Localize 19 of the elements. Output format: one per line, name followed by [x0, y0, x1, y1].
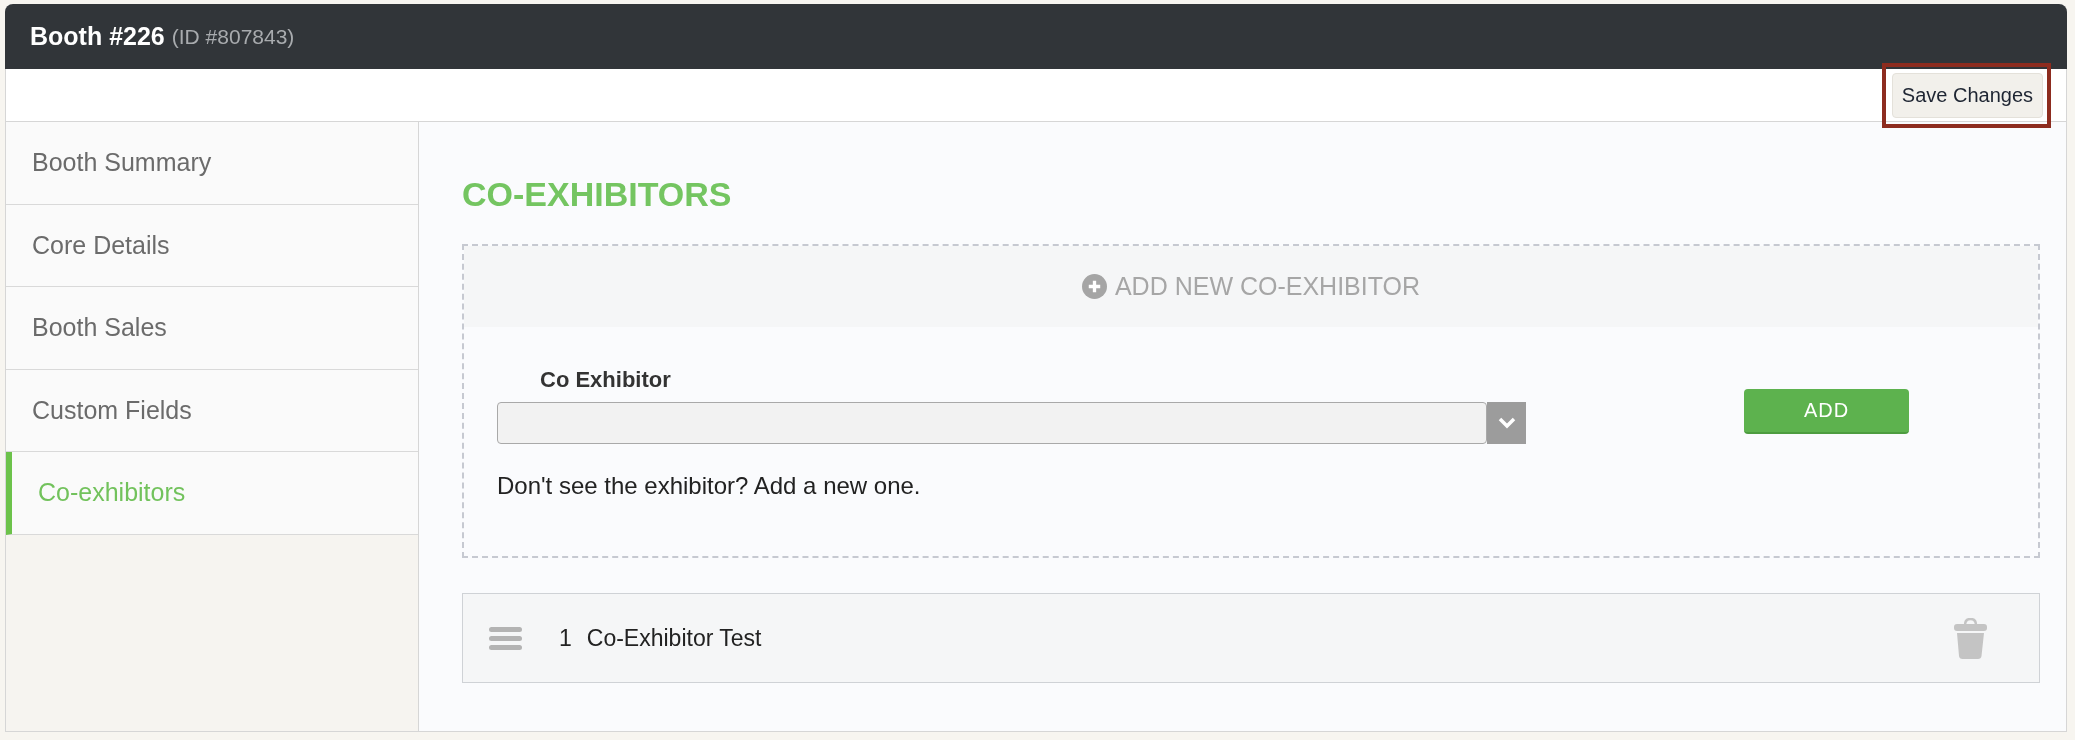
sidebar-item[interactable]: Core Details [6, 204, 418, 287]
save-changes-button[interactable]: Save Changes [1891, 72, 2043, 118]
sidebar-item[interactable]: Booth Summary [6, 122, 418, 205]
sidebar-item[interactable]: Booth Sales [6, 287, 418, 370]
plus-circle-icon [1081, 274, 1107, 299]
booth-title: Booth #226 [30, 22, 165, 51]
add-button[interactable]: ADD [1744, 389, 1909, 434]
select-field[interactable] [497, 402, 1487, 444]
sidebar-item[interactable]: Custom Fields [6, 369, 418, 452]
help-text: Don't see the exhibitor? Add a new one. [497, 472, 921, 500]
trash-icon[interactable] [1954, 617, 1987, 659]
chevron-down-icon [1497, 417, 1516, 429]
row-number: 1 [559, 624, 572, 652]
exhibitor-name: Co-Exhibitor Test [586, 624, 762, 652]
dropdown-button[interactable] [1487, 402, 1526, 444]
drag-handle-icon[interactable] [489, 626, 522, 650]
booth-id: (ID #807843) [171, 24, 295, 49]
field-label: Co Exhibitor [540, 367, 671, 393]
section-title: CO-EXHIBITORS [462, 174, 733, 214]
